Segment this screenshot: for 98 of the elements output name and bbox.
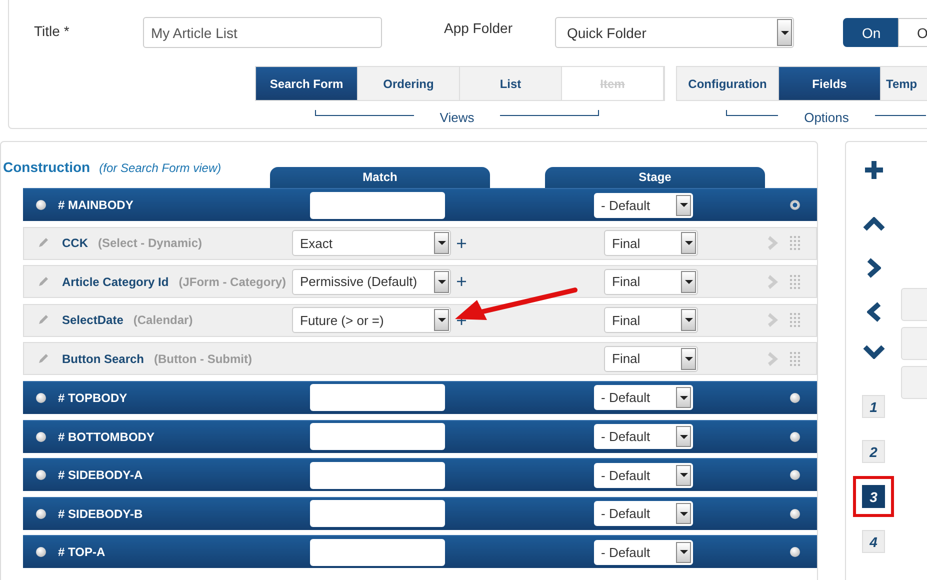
section-heading: Construction <box>3 159 90 175</box>
match-select[interactable]: Permissive (Default) <box>292 268 451 295</box>
toggle-button[interactable]: O <box>898 18 927 47</box>
field-type: (Select - Dynamic) <box>98 236 202 250</box>
radio-icon <box>36 508 46 519</box>
caret-icon <box>434 309 449 332</box>
radio-icon <box>36 392 46 403</box>
toggle-button[interactable]: On <box>843 18 898 47</box>
match-select[interactable]: Exact <box>292 230 451 256</box>
pencil-icon <box>37 352 49 365</box>
view-tab[interactable]: Search Form <box>256 67 358 100</box>
position-name: # BOTTOMBODY <box>58 430 156 444</box>
match-input[interactable] <box>310 384 445 412</box>
stage-select[interactable]: Final <box>604 268 698 295</box>
stage-select[interactable]: - Default <box>594 540 693 565</box>
radio-button[interactable] <box>790 547 800 558</box>
chevron-down-icon <box>862 345 884 359</box>
chevron-left-icon <box>866 302 880 322</box>
field-type: (Calendar) <box>133 313 193 328</box>
stage-select[interactable]: - Default <box>594 385 693 410</box>
app-folder-label: App Folder <box>444 19 514 36</box>
plus-icon <box>864 160 884 180</box>
stage-select[interactable]: - Default <box>594 424 693 450</box>
caret-icon <box>676 426 691 448</box>
stage-select[interactable]: Final <box>604 230 698 256</box>
drag-handle-icon <box>790 313 800 328</box>
field-name: CCK <box>62 236 88 250</box>
radio-button[interactable] <box>790 200 800 210</box>
position-name: # SIDEBODY-B <box>58 506 144 521</box>
match-input[interactable] <box>310 462 445 489</box>
caret-icon <box>777 19 792 46</box>
page-button[interactable]: 4 <box>862 530 885 553</box>
view-tab[interactable]: List <box>460 67 562 100</box>
option-tab[interactable]: Fields <box>779 67 881 100</box>
match-input[interactable] <box>310 538 445 566</box>
field-name: SelectDate <box>62 313 124 328</box>
page-button[interactable]: 3 <box>862 485 885 508</box>
caret-icon <box>676 387 691 408</box>
radio-icon <box>36 547 46 558</box>
plus-icon <box>457 277 466 286</box>
drag-handle-icon <box>790 352 800 366</box>
caret-icon <box>676 464 691 486</box>
field-type: (Button - Submit) <box>154 352 252 366</box>
chevron-right-icon <box>866 258 880 278</box>
chevron-right-icon <box>768 274 780 290</box>
match-input[interactable] <box>310 423 445 450</box>
caret-icon <box>681 232 696 254</box>
pencil-icon <box>37 314 49 326</box>
stage-select[interactable]: Final <box>604 307 698 334</box>
radio-button[interactable] <box>790 470 800 480</box>
chevron-right-icon <box>768 350 780 367</box>
position-name: # SIDEBODY-A <box>58 468 144 482</box>
chevron-right-icon <box>768 312 780 328</box>
option-tab[interactable]: Temp <box>881 67 927 100</box>
chevron-right-icon <box>768 235 780 252</box>
caret-icon <box>681 270 696 293</box>
caret-icon <box>681 309 696 332</box>
pencil-icon <box>37 276 49 288</box>
stage-select[interactable]: - Default <box>594 192 693 218</box>
caret-icon <box>676 542 691 563</box>
option-tab[interactable]: Configuration <box>677 67 779 100</box>
radio-icon <box>36 200 46 210</box>
position-name: # TOPBODY <box>58 390 128 405</box>
chevron-up-icon <box>862 217 884 231</box>
pencil-icon <box>37 237 49 250</box>
position-name: # MAINBODY <box>58 198 134 212</box>
radio-button[interactable] <box>790 508 800 519</box>
match-select[interactable]: Future (> or =) <box>292 307 451 334</box>
position-name: # TOP-A <box>58 545 106 560</box>
title-field[interactable]: My Article List <box>143 17 382 48</box>
field-type: (JForm - Category) <box>178 274 286 289</box>
match-input[interactable] <box>310 192 445 218</box>
group-caption: Options <box>803 110 850 125</box>
title-label: Title * <box>34 22 70 39</box>
field-name: Article Category Id <box>62 274 169 289</box>
caret-icon <box>676 503 691 524</box>
caret-icon <box>681 348 696 370</box>
radio-icon <box>36 470 46 480</box>
caret-icon <box>434 232 449 254</box>
caret-icon <box>676 194 691 216</box>
page-button[interactable]: 1 <box>862 395 885 418</box>
radio-button[interactable] <box>790 432 800 442</box>
app-folder-select[interactable]: Quick Folder <box>555 17 794 48</box>
radio-button[interactable] <box>790 392 800 403</box>
stage-select[interactable]: - Default <box>594 501 693 526</box>
view-tab[interactable]: Ordering <box>358 67 460 100</box>
stage-select[interactable]: Final <box>604 346 698 372</box>
page-button[interactable]: 2 <box>862 440 885 463</box>
caret-icon <box>434 270 449 293</box>
radio-icon <box>36 432 46 442</box>
drag-handle-icon <box>790 236 800 250</box>
plus-icon <box>457 238 466 248</box>
section-note: (for Search Form view) <box>99 161 222 175</box>
group-caption: Views <box>438 110 476 125</box>
stage-select[interactable]: - Default <box>594 462 693 488</box>
match-input[interactable] <box>310 500 445 528</box>
drag-handle-icon <box>790 274 800 289</box>
field-name: Button Search <box>62 352 144 366</box>
